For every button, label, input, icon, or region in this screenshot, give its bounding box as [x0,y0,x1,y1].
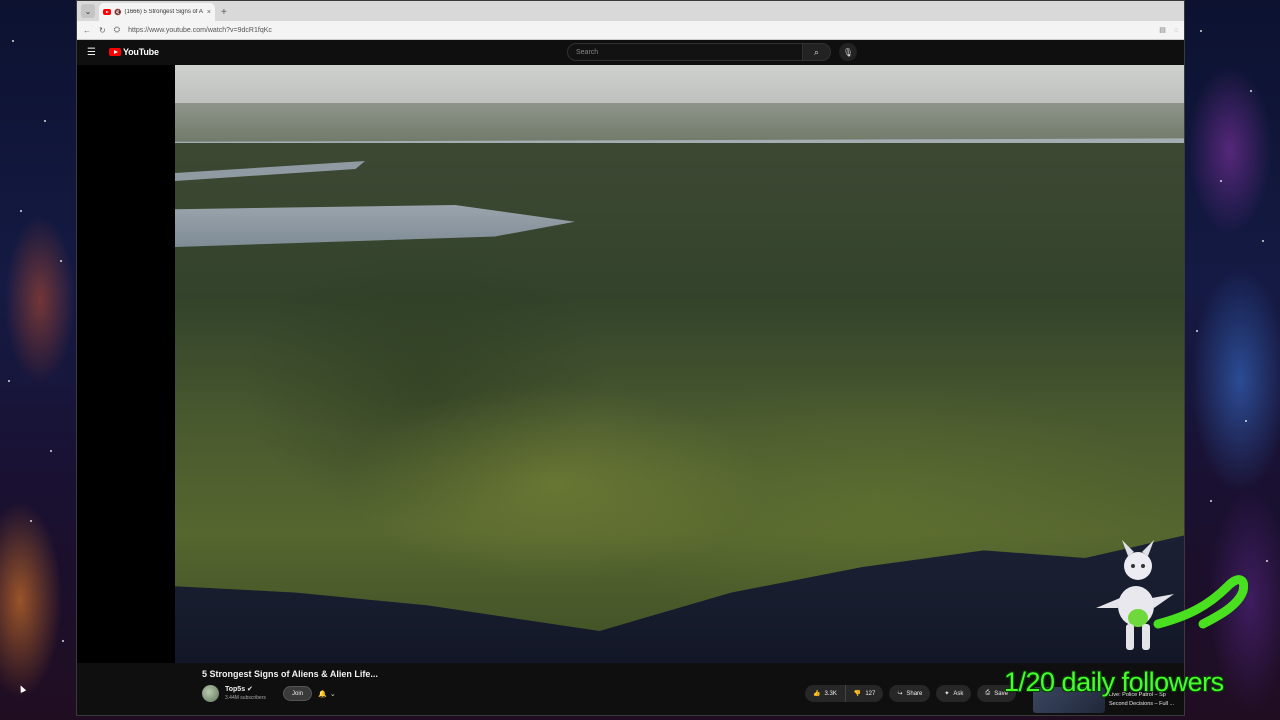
mascot-arm-right [1152,594,1174,608]
mascot-head [1124,552,1152,580]
youtube-logo-icon [109,48,121,56]
share-label: Share [906,690,923,697]
mute-icon[interactable]: 🔇 [114,9,121,16]
youtube-logo[interactable]: YouTube [109,47,159,57]
video-actions: 👍 3.3K 👎 127 ↪ Share ✦ Ask ⎙ Save [805,685,1016,702]
mascot-leg-left [1126,624,1134,650]
mascot-eye-left [1131,564,1135,568]
youtube-logo-text: YouTube [123,47,159,57]
video-player[interactable] [175,65,1184,663]
bell-icon: 🔔 [318,690,327,698]
video-title: 5 Strongest Signs of Aliens & Alien Life… [202,669,378,679]
join-button[interactable]: Join [283,686,313,701]
reader-view-icon[interactable]: ▤ [1159,26,1166,34]
tab-menu-icon[interactable]: ⌄ [81,4,95,18]
like-dislike-group: 👍 3.3K 👎 127 [805,685,884,702]
microphone-icon: 🎙 [842,47,854,57]
dislike-count: 127 [865,690,876,697]
search-button[interactable]: ⌕ [803,43,831,61]
tab-youtube-video[interactable]: 🔇 (1666) 5 Strongest Signs of A × [99,3,215,21]
page-action-icon[interactable]: ◌ [1174,27,1178,34]
youtube-header: ☰ YouTube Search ⌕ 🎙 [77,40,1184,64]
share-icon: ↪ [897,691,903,697]
mascot-tail [1153,575,1248,629]
ask-label: Ask [953,690,964,697]
tab-title: (1666) 5 Strongest Signs of A [124,9,203,15]
url-input[interactable]: https://www.youtube.com/watch?v=9dcR1fqK… [128,27,1151,34]
tab-strip: ⌄ 🔇 (1666) 5 Strongest Signs of A × + [77,1,1184,21]
thumbs-down-icon: 👎 [853,691,862,697]
site-info-icon[interactable]: ⛭ [114,25,120,35]
video-area [77,65,1184,663]
ask-button[interactable]: ✦ Ask [936,685,972,702]
stream-mascot-overlay [1096,540,1248,650]
video-frame-far-shore [175,103,1184,145]
notifications-button[interactable]: 🔔 ⌄ [313,686,341,701]
voice-search-button[interactable]: 🎙 [839,43,857,61]
refresh-icon[interactable]: ↻ [99,26,106,35]
mascot-eye-right [1141,564,1145,568]
browser-window: ⌄ 🔇 (1666) 5 Strongest Signs of A × + ← … [76,0,1185,716]
search-input[interactable]: Search [567,43,803,61]
youtube-favicon-icon [103,9,111,15]
mouse-cursor-icon [17,684,27,693]
thumbs-up-icon: 👍 [813,691,821,697]
like-count: 3.3K [824,690,837,697]
daily-followers-overlay: 1/20 daily followers [1004,667,1224,697]
mascot-leg-right [1142,624,1150,650]
bookmark-icon: ⎙ [985,690,991,696]
menu-hamburger-icon[interactable]: ☰ [87,47,101,58]
share-button[interactable]: ↪ Share [889,685,931,702]
back-icon[interactable]: ← [83,26,91,35]
chevron-down-icon: ⌄ [329,690,336,698]
channel-name[interactable]: Top5s ✔ [225,685,253,693]
new-tab-button[interactable]: + [221,7,227,18]
tab-close-icon[interactable]: × [207,9,211,16]
mascot-arm-left [1096,598,1120,608]
up-next-title-line2: Second Decisions – Full ... [1109,701,1175,707]
subscriber-count: 3.44M subscribers [225,695,266,701]
like-button[interactable]: 👍 3.3K [805,685,846,702]
channel-avatar[interactable] [202,685,219,702]
search-icon: ⌕ [813,46,820,57]
search-bar: Search ⌕ 🎙 [567,43,857,61]
address-bar: ← ↻ ⛭ https://www.youtube.com/watch?v=9d… [77,21,1184,40]
dislike-button[interactable]: 👎 127 [845,685,884,702]
sparkle-icon: ✦ [944,691,950,697]
